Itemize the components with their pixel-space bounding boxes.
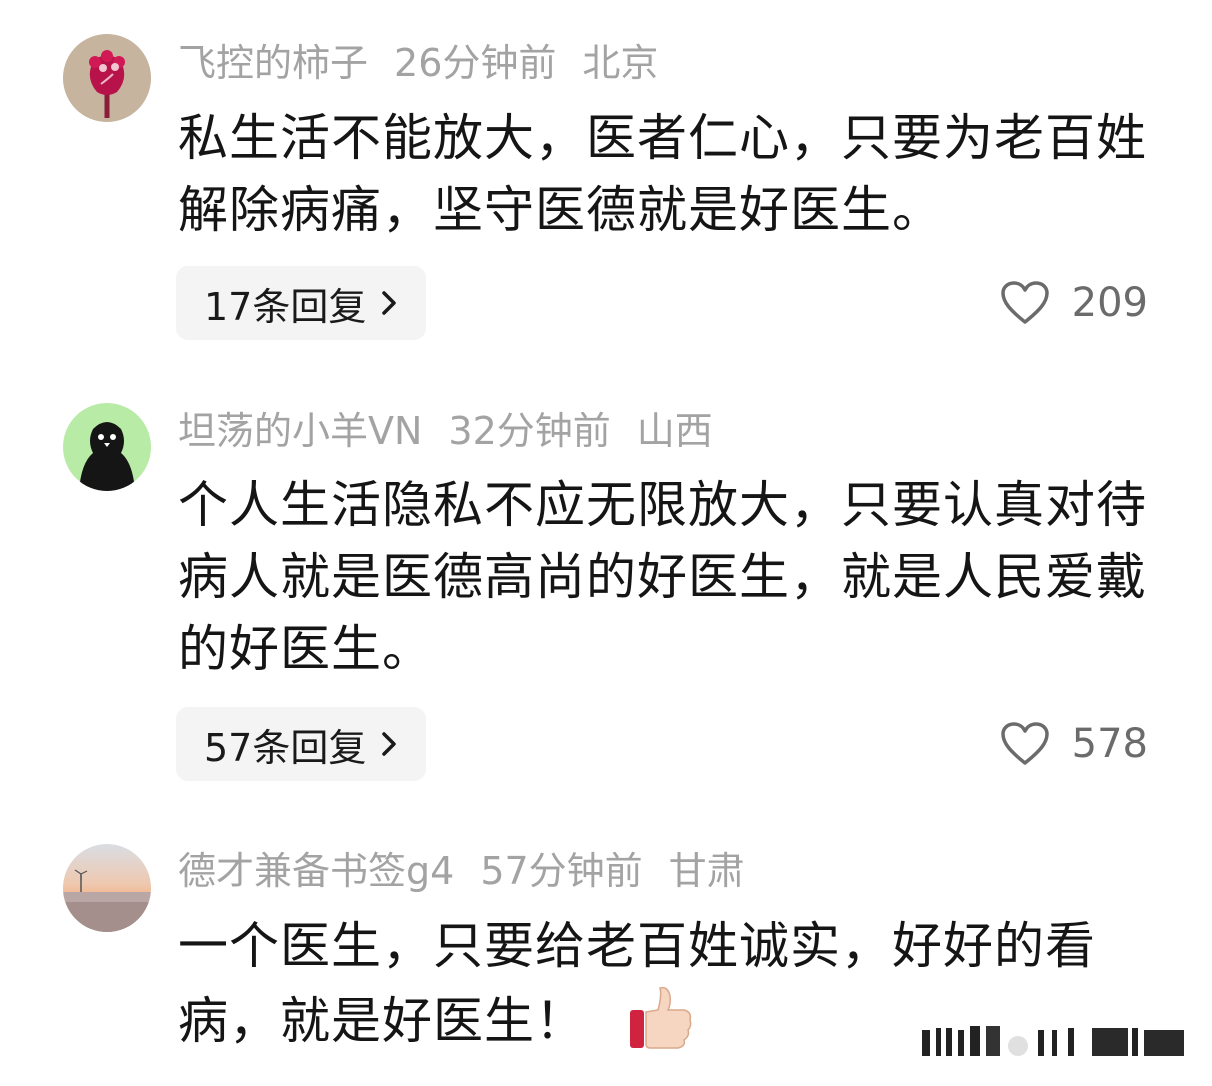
comment-meta: 坦荡的小羊VN 32分钟前 山西 (178, 412, 739, 450)
comment-text: 个人生活隐私不应无限放大，只要认真对待病人就是医德高尚的好医生，就是人民爱戴的好… (178, 476, 1147, 678)
location: 甘肃 (668, 849, 745, 893)
sunset-beach-avatar-icon (63, 844, 151, 932)
location: 山西 (636, 409, 713, 453)
comment-text: 私生活不能放大，医者仁心，只要为老百姓解除病痛，坚守医德就是好医生。 (178, 109, 1147, 239)
like-count: 209 (1071, 280, 1148, 326)
thumbs-up-icon (626, 982, 696, 1071)
black-bird-avatar-icon (63, 403, 151, 491)
user-avatar[interactable] (63, 403, 151, 491)
comment-meta: 飞控的柿子 26分钟前 北京 (178, 44, 684, 82)
like-button[interactable]: 209 (1000, 266, 1148, 340)
user-avatar[interactable] (63, 844, 151, 932)
user-avatar[interactable] (63, 34, 151, 122)
comment-meta: 德才兼备书签g4 57分钟前 甘肃 (178, 852, 771, 890)
red-flower-avatar-icon (63, 34, 151, 122)
chevron-right-icon (380, 730, 398, 758)
username[interactable]: 德才兼备书签g4 (178, 849, 454, 893)
replies-button[interactable]: 17条回复 (176, 266, 427, 340)
replies-label: 17条回复 (204, 284, 367, 329)
timestamp: 32分钟前 (448, 409, 611, 453)
like-count: 578 (1071, 721, 1148, 767)
timestamp: 26分钟前 (394, 41, 557, 85)
timestamp: 57分钟前 (480, 849, 643, 893)
replies-button[interactable]: 57条回复 (176, 707, 427, 781)
heart-icon (1000, 722, 1049, 765)
like-button[interactable]: 578 (1000, 707, 1148, 781)
heart-icon (1000, 281, 1049, 324)
chevron-right-icon (380, 289, 398, 317)
location: 北京 (582, 41, 659, 85)
replies-label: 57条回复 (204, 725, 367, 770)
username[interactable]: 坦荡的小羊VN (178, 409, 422, 453)
username[interactable]: 飞控的柿子 (178, 41, 368, 85)
watermark-bars (922, 1022, 1188, 1062)
